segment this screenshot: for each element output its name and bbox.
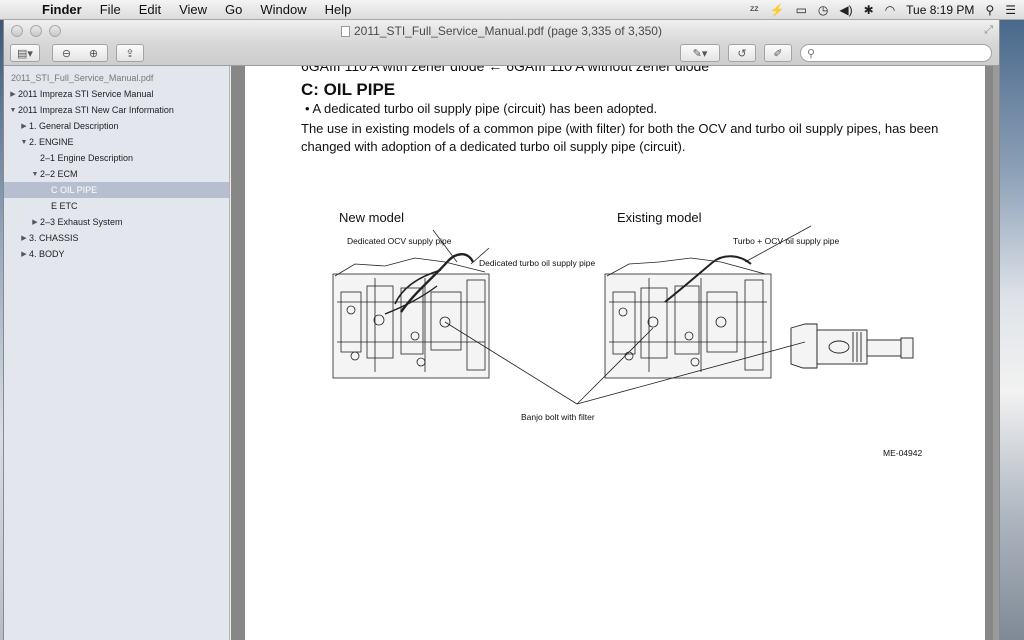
rotate-icon: ↺ (737, 47, 747, 60)
sidebar-toc-label: 4. BODY (29, 249, 65, 259)
sidebar-toc-item[interactable]: ▼ 2. ENGINE (4, 134, 229, 150)
notification-center-icon[interactable]: ☰ (1005, 3, 1016, 17)
sidebar-toc-item[interactable]: C OIL PIPE (4, 182, 229, 198)
menu-window[interactable]: Window (251, 2, 315, 17)
disclosure-collapsed-icon[interactable]: ▶ (30, 218, 40, 226)
sidebar-toc-label: 2–2 ECM (40, 169, 78, 179)
annotate-button[interactable]: ✎▾ (680, 44, 720, 62)
disclosure-collapsed-icon[interactable]: ▶ (19, 250, 29, 258)
bolt-status-icon[interactable]: ⚡ (770, 3, 785, 17)
pen-icon: ✎▾ (692, 47, 708, 60)
pdf-page: 6GAIII 110 A with zener diode ← 6GAIII 1… (245, 66, 985, 640)
figure-id: ME-04942 (883, 448, 923, 458)
existing-model-label: Existing model (617, 210, 702, 225)
sidebar-file-name[interactable]: 2011_STI_Full_Service_Manual.pdf (4, 70, 229, 86)
menu-app-name[interactable]: Finder (38, 2, 91, 17)
minimize-button[interactable] (30, 25, 42, 37)
sidebar-icon: ▤▾ (17, 47, 33, 60)
sidebar-toc-item[interactable]: E ETC (4, 198, 229, 214)
sidebar-toc-label: 2. ENGINE (29, 137, 74, 147)
menu-bar: Finder File Edit View Go Window Help ᶻᶻ … (0, 0, 1024, 20)
rotate-button[interactable]: ↺ (728, 44, 756, 62)
volume-icon[interactable]: ◀) (839, 3, 852, 17)
window-controls (11, 25, 61, 37)
close-button[interactable] (11, 25, 23, 37)
toc-list: ▶ 2011 Impreza STI Service Manual ▼ 2011 Im… (4, 86, 229, 262)
pdf-document-icon (341, 25, 350, 37)
title-bar: 2011_STI_Full_Service_Manual.pdf (page 3… (4, 20, 999, 42)
desktop-background-right (1000, 20, 1024, 640)
menu-file[interactable]: File (91, 2, 130, 17)
callout-turbo-pipe: Dedicated turbo oil supply pipe (479, 258, 596, 268)
time-machine-icon[interactable]: ◷ (818, 3, 828, 17)
sidebar-toc-label: 2011 Impreza STI New Car Information (18, 105, 174, 115)
sidebar-toc-label: 3. CHASSIS (29, 233, 79, 243)
disclosure-collapsed-icon[interactable]: ▶ (19, 234, 29, 242)
edit-toolbar-button[interactable]: ✐ (764, 44, 792, 62)
sidebar-toc-label: E ETC (51, 201, 78, 211)
banjo-bolt-drawing (790, 323, 914, 369)
table-of-contents-sidebar: 2011_STI_Full_Service_Manual.pdf ▶ 2011 I… (4, 66, 230, 640)
sidebar-toc-item[interactable]: ▶ 2011 Impreza STI Service Manual (4, 86, 229, 102)
menu-view[interactable]: View (170, 2, 216, 17)
sidebar-toc-label: 1. General Description (29, 121, 119, 131)
edit-icon: ✐ (773, 47, 783, 60)
sidebar-toc-label: 2–1 Engine Description (40, 153, 134, 163)
window-title-text: 2011_STI_Full_Service_Manual.pdf (page 3… (354, 24, 662, 38)
airplay-icon[interactable]: ▭ (796, 3, 807, 17)
sidebar-toc-label: C OIL PIPE (51, 185, 98, 195)
disclosure-expanded-icon[interactable]: ▼ (30, 171, 40, 178)
new-model-label: New model (339, 210, 405, 225)
existing-model-engine-drawing (604, 255, 772, 379)
sidebar-toc-item[interactable]: ▶ 2–3 Exhaust System (4, 214, 229, 230)
sidebar-toc-item[interactable]: ▼ 2011 Impreza STI New Car Information (4, 102, 229, 118)
disclosure-collapsed-icon[interactable]: ▶ (19, 122, 29, 130)
sidebar-toc-label: 2011 Impreza STI Service Manual (18, 89, 154, 99)
sidebar-toc-item[interactable]: ▶ 3. CHASSIS (4, 230, 229, 246)
zoom-button[interactable] (49, 25, 61, 37)
menu-help[interactable]: Help (316, 2, 361, 17)
sidebar-toc-item[interactable]: ▶ 1. General Description (4, 118, 229, 134)
search-icon: ⚲ (807, 47, 816, 60)
share-icon: ⇪ (125, 47, 135, 60)
wifi-icon[interactable]: ◠ (885, 3, 895, 17)
callout-common-pipe: Turbo + OCV oil supply pipe (733, 236, 840, 246)
vertical-scrollbar[interactable] (993, 66, 999, 640)
zzz-status-icon[interactable]: ᶻᶻ (750, 3, 759, 17)
zoom-controls: ⊖ ⊕ (52, 44, 108, 62)
sidebar-toc-item[interactable]: ▼ 2–2 ECM (4, 166, 229, 182)
search-field[interactable]: ⚲ (800, 44, 992, 62)
preview-window: 2011_STI_Full_Service_Manual.pdf (page 3… (3, 20, 1000, 640)
zoom-out-icon[interactable]: ⊖ (62, 47, 71, 60)
document-viewport: 6GAIII 110 A with zener diode ← 6GAIII 1… (231, 66, 999, 640)
sidebar-view-button[interactable]: ▤▾ (10, 44, 40, 62)
sidebar-toc-item[interactable]: 2–1 Engine Description (4, 150, 229, 166)
sidebar-toc-item[interactable]: ▶ 4. BODY (4, 246, 229, 262)
bluetooth-icon[interactable]: ✱ (864, 3, 874, 17)
window-title: 2011_STI_Full_Service_Manual.pdf (page 3… (341, 24, 662, 38)
disclosure-expanded-icon[interactable]: ▼ (19, 139, 29, 146)
zoom-in-icon[interactable]: ⊕ (89, 47, 98, 60)
disclosure-collapsed-icon[interactable]: ▶ (8, 90, 18, 98)
callout-banjo-bolt: Banjo bolt with filter (521, 412, 595, 422)
disclosure-expanded-icon[interactable]: ▼ (8, 107, 18, 114)
fullscreen-icon[interactable]: ⤢ (984, 24, 993, 37)
menu-go[interactable]: Go (216, 2, 251, 17)
new-model-engine-drawing (332, 253, 490, 379)
share-button[interactable]: ⇪ (116, 44, 144, 62)
menubar-clock[interactable]: Tue 8:19 PM (906, 3, 974, 17)
engine-diagram (332, 225, 914, 405)
spotlight-icon[interactable]: ⚲ (985, 3, 994, 17)
callout-ocv-pipe: Dedicated OCV supply pipe (347, 236, 452, 246)
sidebar-toc-label: 2–3 Exhaust System (40, 217, 123, 227)
toolbar: ▤▾ ⊖ ⊕ ⇪ ✎▾ ↺ ✐ ⚲ (4, 42, 999, 66)
menu-edit[interactable]: Edit (130, 2, 170, 17)
search-input[interactable] (819, 47, 980, 59)
